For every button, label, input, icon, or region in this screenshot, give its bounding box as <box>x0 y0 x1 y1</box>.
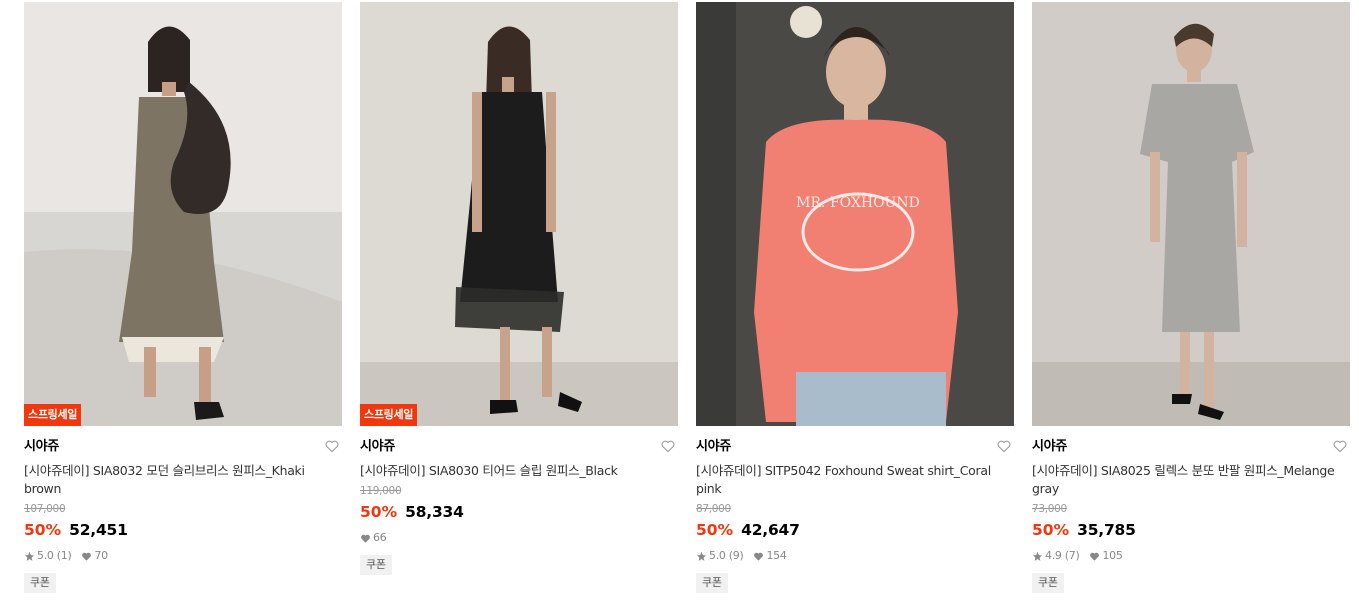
discount-rate: 50% <box>360 503 398 521</box>
sale-price: 58,334 <box>405 503 464 521</box>
coupon-tag: 쿠폰 <box>24 573 56 593</box>
product-name[interactable]: [시야쥬데이] SIA8025 릴렉스 분또 반팔 원피스_Melange gr… <box>1032 462 1346 498</box>
discount-rate: 50% <box>1032 521 1070 539</box>
sale-price: 42,647 <box>741 521 800 539</box>
original-price: 107,000 <box>24 503 66 515</box>
product-name[interactable]: [시야쥬데이] SITP5042 Foxhound Sweat shirt_Co… <box>696 462 1010 498</box>
product-image[interactable]: 스프링세일 <box>24 2 342 426</box>
product-card[interactable]: 스프링세일 시야쥬 [시야쥬데이] SIA8032 모던 슬리브리스 원피스_K… <box>24 2 342 593</box>
product-image[interactable]: MR. FOXHOUND <box>696 2 1014 426</box>
product-photo-khaki-dress <box>24 2 342 426</box>
rating: 5.0 (1) <box>37 549 72 562</box>
like-count: 105 <box>1102 549 1123 562</box>
product-photo-black-dress <box>360 2 678 426</box>
like-icon <box>1089 551 1100 562</box>
heart-icon[interactable] <box>996 438 1012 454</box>
brand-name[interactable]: 시야쥬 <box>24 438 342 456</box>
original-price: 119,000 <box>360 485 402 497</box>
rating: 5.0 (9) <box>709 549 744 562</box>
heart-icon[interactable] <box>324 438 340 454</box>
sale-price: 35,785 <box>1077 521 1136 539</box>
product-card[interactable]: MR. FOXHOUND 시야쥬 [시야쥬데이] SITP5042 Foxhou… <box>696 2 1014 593</box>
like-count: 70 <box>94 549 108 562</box>
like-count: 154 <box>766 549 787 562</box>
like-icon <box>360 533 371 544</box>
brand-name[interactable]: 시야쥬 <box>1032 438 1350 456</box>
star-icon <box>696 551 707 562</box>
product-photo-coral-sweatshirt: MR. FOXHOUND <box>696 2 1014 426</box>
original-price: 87,000 <box>696 503 731 515</box>
rating: 4.9 (7) <box>1045 549 1080 562</box>
heart-icon[interactable] <box>1332 438 1348 454</box>
product-photo-gray-dress <box>1032 2 1350 426</box>
heart-icon[interactable] <box>660 438 676 454</box>
product-image[interactable]: 스프링세일 <box>360 2 678 426</box>
product-image[interactable] <box>1032 2 1350 426</box>
original-price: 73,000 <box>1032 503 1067 515</box>
discount-rate: 50% <box>696 521 734 539</box>
svg-text:MR. FOXHOUND: MR. FOXHOUND <box>796 195 920 211</box>
star-icon <box>1032 551 1043 562</box>
product-name[interactable]: [시야쥬데이] SIA8030 티어드 슬립 원피스_Black <box>360 462 674 480</box>
coupon-tag: 쿠폰 <box>360 555 392 575</box>
product-name[interactable]: [시야쥬데이] SIA8032 모던 슬리브리스 원피스_Khaki brown <box>24 462 338 498</box>
product-card[interactable]: 시야쥬 [시야쥬데이] SIA8025 릴렉스 분또 반팔 원피스_Melang… <box>1032 2 1350 593</box>
like-icon <box>81 551 92 562</box>
sale-price: 52,451 <box>69 521 128 539</box>
coupon-tag: 쿠폰 <box>696 573 728 593</box>
sale-badge: 스프링세일 <box>360 404 418 426</box>
like-count: 66 <box>373 531 387 544</box>
sale-badge: 스프링세일 <box>24 404 82 426</box>
like-icon <box>753 551 764 562</box>
brand-name[interactable]: 시야쥬 <box>696 438 1014 456</box>
discount-rate: 50% <box>24 521 62 539</box>
coupon-tag: 쿠폰 <box>1032 573 1064 593</box>
product-card[interactable]: 스프링세일 시야쥬 [시야쥬데이] SIA8030 티어드 슬립 원피스_Bla… <box>360 2 678 575</box>
brand-name[interactable]: 시야쥬 <box>360 438 678 456</box>
star-icon <box>24 551 35 562</box>
